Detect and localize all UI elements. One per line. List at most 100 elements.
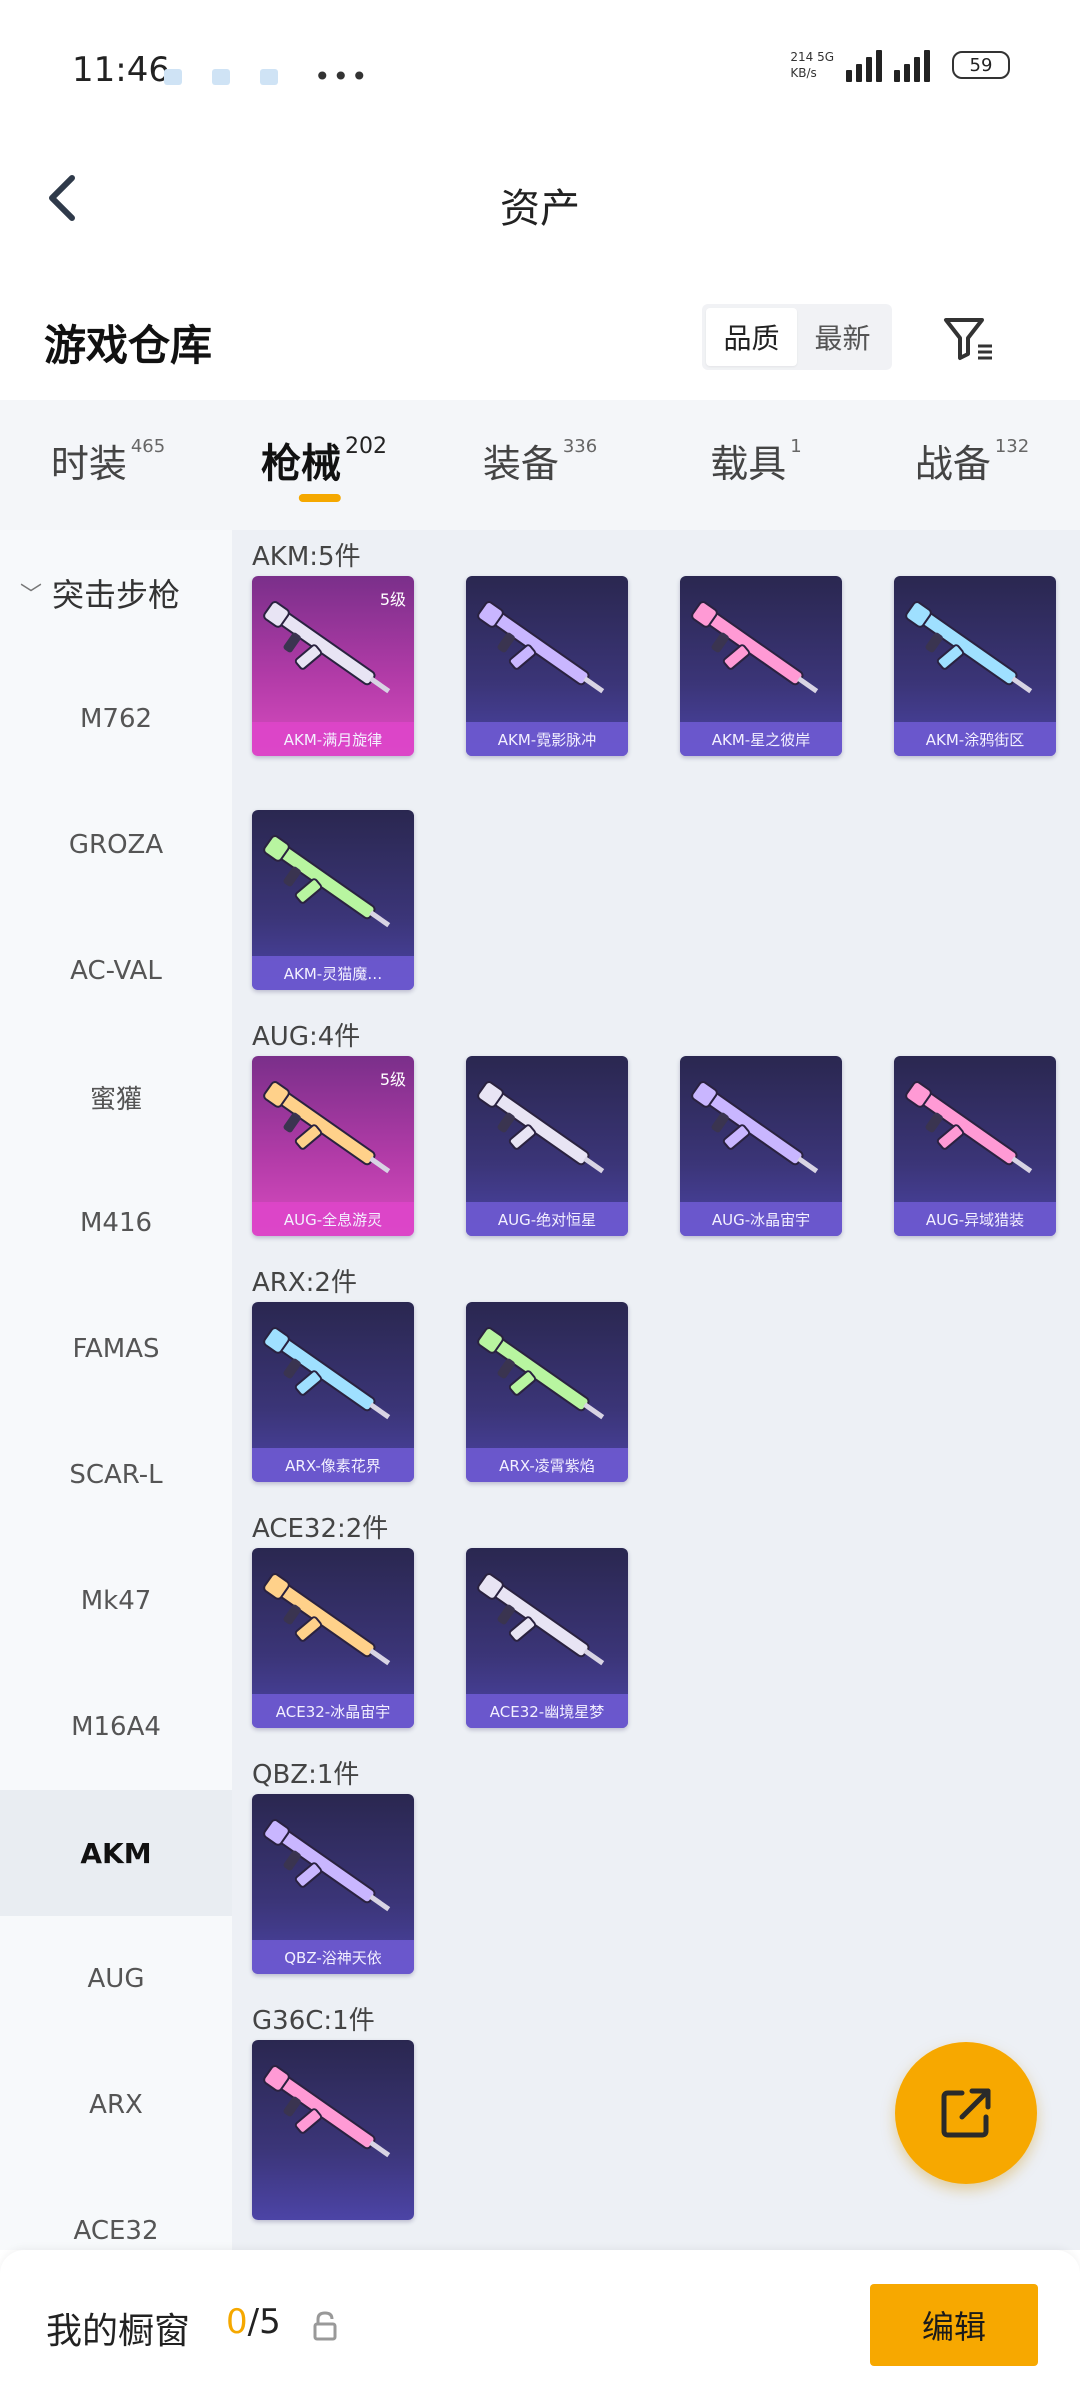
weapon-name: QBZ-浴神天依 (252, 1940, 414, 1974)
sidebar-item-famas[interactable]: FAMAS (0, 1286, 232, 1412)
weapon-name: AKM-满月旋律 (252, 722, 414, 756)
sidebar-item-mk47[interactable]: Mk47 (0, 1538, 232, 1664)
weapon-card[interactable]: AKM-星之彼岸 (680, 576, 842, 756)
showcase-bar: 我的橱窗 0/5 编辑 (0, 2250, 1080, 2400)
tab-equipment[interactable]: 装备 336 (432, 400, 648, 530)
tab-vehicles[interactable]: 载具 1 (648, 400, 864, 530)
weapon-name: AUG-绝对恒星 (466, 1202, 628, 1236)
weapon-name: AUG-全息游灵 (252, 1202, 414, 1236)
weapon-card[interactable]: AKM-涂鸦街区 (894, 576, 1056, 756)
level-badge: 5级 (379, 1070, 406, 1089)
app-icon (260, 68, 278, 85)
status-right: 214 5G KB/s 59 (790, 48, 1010, 82)
notification-icon (164, 68, 182, 85)
share-icon (941, 2088, 991, 2138)
weapon-name: AUG-异域猎装 (894, 1202, 1056, 1236)
weapon-image (263, 1573, 391, 1666)
lock-icon (312, 2310, 338, 2342)
sidebar-item-ac-val[interactable]: AC-VAL (0, 908, 232, 1034)
group-label: AKM:5件 (252, 542, 361, 572)
active-tab-indicator (298, 494, 341, 502)
sidebar-item-m762[interactable]: M762 (0, 656, 232, 782)
weapon-card[interactable]: ARX-像素花界 (252, 1302, 414, 1482)
sidebar-item--[interactable]: 蜜獾 (0, 1034, 232, 1160)
weapon-name: ARX-像素花界 (252, 1448, 414, 1482)
weapon-name: ARX-凌霄紫焰 (466, 1448, 628, 1482)
showcase-count: 0/5 (226, 2302, 281, 2342)
weapon-name: ACE32-幽境星梦 (466, 1694, 628, 1728)
weapon-sidebar: ﹀ 突击步枪 M762 GROZA AC-VAL 蜜獾 M416 FAMAS SCAR-L M… (0, 530, 232, 2250)
status-bar: 11:46 ••• 214 5G KB/s 59 (0, 0, 1080, 130)
weapon-image (263, 2065, 391, 2158)
sidebar-group-assault-rifle[interactable]: ﹀ 突击步枪 (0, 530, 232, 656)
weapon-card[interactable]: AUG-异域猎装 (894, 1056, 1056, 1236)
group-label: ARX:2件 (252, 1268, 357, 1298)
weapon-name: AKM-灵猫魔… (252, 956, 414, 990)
weapon-image (477, 1081, 605, 1174)
weapon-card[interactable]: ACE32-冰晶宙宇 (252, 1548, 414, 1728)
sort-toggle: 品质 最新 (702, 304, 892, 370)
signal-icon (846, 48, 882, 82)
weapon-image (263, 835, 391, 928)
signal-5g-icon (894, 48, 930, 82)
weapon-image (263, 1327, 391, 1420)
tab-fashion[interactable]: 时装 465 (0, 400, 216, 530)
group-label: ACE32:2件 (252, 1514, 389, 1544)
filter-button[interactable] (938, 308, 998, 368)
more-notifications-icon: ••• (314, 60, 370, 93)
filter-icon (944, 318, 992, 360)
weapon-image (263, 1081, 391, 1174)
weapon-image (477, 601, 605, 694)
battery-indicator: 59 (952, 51, 1010, 79)
sort-newest-option[interactable]: 最新 (797, 308, 888, 366)
notification-icons: ••• (164, 60, 370, 93)
weapon-card[interactable]: AUG-绝对恒星 (466, 1056, 628, 1236)
chevron-down-icon: ﹀ (20, 583, 43, 608)
weapon-card[interactable]: ARX-凌霄紫焰 (466, 1302, 628, 1482)
weapon-name: AKM-涂鸦街区 (894, 722, 1056, 756)
weapon-card[interactable] (252, 2040, 414, 2220)
sidebar-item-akm[interactable]: AKM (0, 1790, 232, 1916)
weapon-image (477, 1327, 605, 1420)
level-badge: 5级 (379, 590, 406, 609)
weapon-image (905, 1081, 1033, 1174)
section-title: 游戏仓库 (44, 321, 213, 370)
header: 资产 (0, 140, 1080, 260)
weapon-image (691, 601, 819, 694)
weapon-name: ACE32-冰晶宙宇 (252, 1694, 414, 1728)
weapon-card[interactable]: 5级 AKM-满月旋律 (252, 576, 414, 756)
weapon-image (263, 601, 391, 694)
page-title: 资产 (500, 186, 580, 232)
sort-quality-option[interactable]: 品质 (706, 308, 797, 366)
weapon-card[interactable]: 5级 AUG-全息游灵 (252, 1056, 414, 1236)
group-label: AUG:4件 (252, 1022, 361, 1052)
weapon-image (263, 1819, 391, 1912)
weapon-name: AUG-冰晶宙宇 (680, 1202, 842, 1236)
weapon-card[interactable]: QBZ-浴神天依 (252, 1794, 414, 1974)
weapon-name: AKM-霓影脉冲 (466, 722, 628, 756)
weapon-name: AKM-星之彼岸 (680, 722, 842, 756)
sidebar-item-scar-l[interactable]: SCAR-L (0, 1412, 232, 1538)
share-button[interactable] (895, 2042, 1037, 2184)
edit-button[interactable]: 编辑 (870, 2284, 1038, 2366)
sidebar-item-m16a4[interactable]: M16A4 (0, 1664, 232, 1790)
weapon-image (905, 601, 1033, 694)
sidebar-item-m416[interactable]: M416 (0, 1160, 232, 1286)
weapon-image (691, 1081, 819, 1174)
sidebar-item-arx[interactable]: ARX (0, 2042, 232, 2168)
category-tabs: 时装 465 枪械 202 装备 336 载具 1 战备 132 (0, 400, 1080, 530)
group-label: G36C:1件 (252, 2006, 375, 2036)
tab-supplies[interactable]: 战备 132 (864, 400, 1080, 530)
network-speed: 214 5G KB/s (790, 50, 834, 80)
tab-firearms[interactable]: 枪械 202 (216, 400, 432, 530)
weapon-card[interactable]: AUG-冰晶宙宇 (680, 1056, 842, 1236)
weapon-card[interactable]: AKM-霓影脉冲 (466, 576, 628, 756)
weapon-card[interactable]: AKM-灵猫魔… (252, 810, 414, 990)
showcase-label: 我的橱窗 (46, 2311, 191, 2352)
sidebar-item-groza[interactable]: GROZA (0, 782, 232, 908)
sidebar-item-aug[interactable]: AUG (0, 1916, 232, 2042)
weapon-card[interactable]: ACE32-幽境星梦 (466, 1548, 628, 1728)
message-icon (212, 68, 230, 85)
section-header: 游戏仓库 品质 最新 (0, 290, 1080, 400)
status-time: 11:46 (72, 50, 170, 90)
